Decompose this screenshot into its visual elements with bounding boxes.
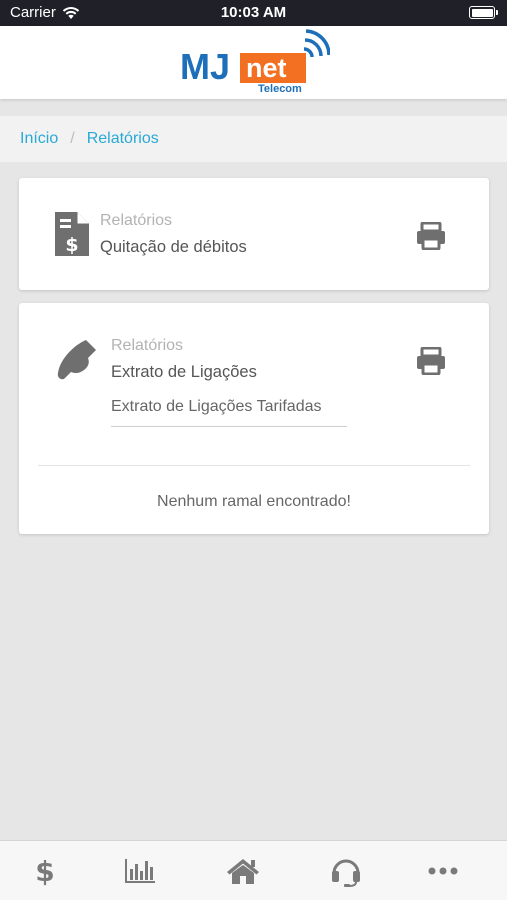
breadcrumb-inicio[interactable]: Início — [20, 130, 58, 148]
card2-title[interactable]: Extrato de Ligações — [111, 363, 257, 382]
print-icon[interactable] — [416, 222, 446, 250]
tab-suporte[interactable] — [316, 841, 376, 900]
logo-mj: MJ — [180, 46, 230, 87]
card1-category: Relatórios — [100, 212, 173, 229]
card-divider — [38, 465, 470, 466]
breadcrumb-separator: / — [70, 130, 75, 147]
home-icon — [227, 859, 259, 884]
more-icon — [428, 867, 458, 875]
invoice-dollar-icon: $ — [55, 212, 89, 256]
card2-category: Relatórios — [111, 337, 184, 354]
phone-icon — [57, 340, 96, 380]
tab-mais[interactable] — [413, 841, 473, 900]
breadcrumb-relatorios[interactable]: Relatórios — [87, 130, 159, 148]
app-header: MJ net Telecom — [0, 26, 507, 99]
chart-icon — [125, 859, 155, 883]
status-bar: Carrier 10:03 AM — [0, 0, 507, 26]
print-icon[interactable] — [416, 347, 446, 375]
sub-option-extrato-tarifadas[interactable]: Extrato de Ligações Tarifadas — [111, 398, 347, 427]
headset-icon — [332, 859, 360, 887]
logo-net: net — [246, 53, 287, 83]
tab-financeiro[interactable]: $ — [15, 841, 75, 900]
battery-icon — [469, 6, 498, 19]
tab-relatorios[interactable] — [110, 841, 170, 900]
bottom-tab-bar: $ — [0, 840, 507, 900]
svg-text:$: $ — [65, 234, 78, 256]
report-card-extrato[interactable]: Relatórios Extrato de Ligações Extrato d… — [19, 303, 489, 534]
empty-message: Nenhum ramal encontrado! — [157, 493, 351, 510]
dollar-icon: $ — [35, 854, 55, 888]
report-card-quitacao[interactable]: $ Relatórios Quitação de débitos — [19, 178, 489, 290]
breadcrumb: Início / Relatórios — [0, 116, 507, 162]
status-time: 10:03 AM — [220, 4, 287, 21]
logo-telecom: Telecom — [258, 83, 302, 95]
card1-title[interactable]: Quitação de débitos — [100, 238, 247, 257]
mjnet-telecom-logo: MJ net Telecom — [180, 29, 330, 95]
tab-home[interactable] — [213, 841, 273, 900]
